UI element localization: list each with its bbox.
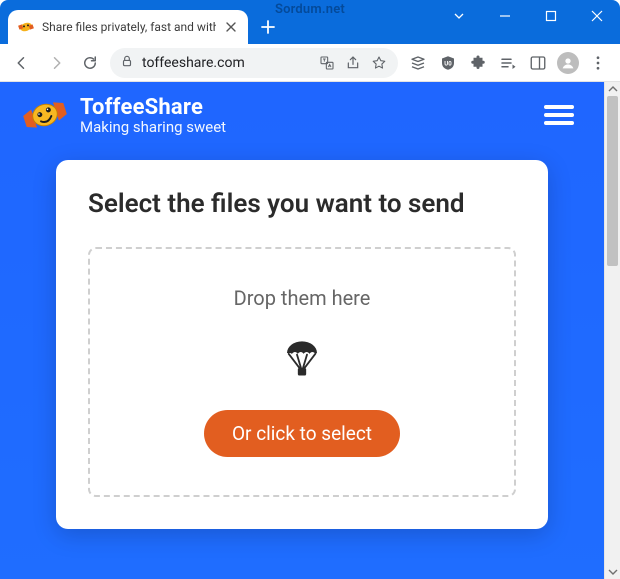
window-minimize-button[interactable] (482, 0, 528, 32)
scrollbar-thumb[interactable] (607, 96, 618, 266)
window-close-button[interactable] (574, 0, 620, 32)
extensions-puzzle-icon[interactable] (464, 49, 492, 77)
brand-block: ToffeeShare Making sharing sweet (80, 95, 226, 136)
site-header: ToffeeShare Making sharing sweet (0, 82, 604, 138)
extension-buffer-icon[interactable] (404, 49, 432, 77)
address-bar[interactable]: toffeeshare.com (110, 48, 398, 78)
nav-back-button[interactable] (8, 49, 36, 77)
drop-hint-text: Drop them here (234, 286, 371, 310)
side-panel-icon[interactable] (524, 49, 552, 77)
page-content: ToffeeShare Making sharing sweet Select … (0, 82, 604, 579)
address-url: toffeeshare.com (142, 55, 310, 71)
new-tab-button[interactable] (254, 13, 282, 41)
card-heading: Select the files you want to send (88, 188, 516, 221)
window-chevron-icon[interactable] (436, 0, 482, 32)
tab-close-icon[interactable] (224, 20, 238, 34)
window-titlebar: Sordum.net Share files privately, fast a… (0, 0, 620, 44)
share-icon[interactable] (344, 54, 362, 72)
browser-viewport: ToffeeShare Making sharing sweet Select … (0, 82, 620, 579)
file-dropzone[interactable]: Drop them here Or click to select (88, 247, 516, 497)
vertical-scrollbar[interactable] (604, 82, 620, 579)
extension-area: U0 (404, 49, 612, 77)
svg-text:U0: U0 (444, 60, 452, 67)
scrollbar-down-icon[interactable] (605, 565, 620, 579)
select-files-button[interactable]: Or click to select (204, 410, 400, 457)
bookmark-star-icon[interactable] (370, 54, 388, 72)
tab-title: Share files privately, fast and with (42, 20, 216, 34)
browser-toolbar: toffeeshare.com U0 (0, 44, 620, 82)
brand-tagline: Making sharing sweet (80, 118, 226, 136)
profile-avatar[interactable] (554, 49, 582, 77)
nav-reload-button[interactable] (76, 49, 104, 77)
upload-card: Select the files you want to send Drop t… (56, 160, 548, 529)
parachute-icon (282, 338, 322, 382)
window-controls (436, 0, 620, 32)
brand-name: ToffeeShare (80, 95, 226, 120)
tab-favicon (18, 19, 34, 35)
browser-tab[interactable]: Share files privately, fast and with (8, 10, 248, 44)
site-menu-button[interactable] (536, 95, 582, 135)
extension-ublock-icon[interactable]: U0 (434, 49, 462, 77)
translate-icon[interactable] (318, 54, 336, 72)
site-logo-icon (22, 92, 68, 138)
window-maximize-button[interactable] (528, 0, 574, 32)
scrollbar-up-icon[interactable] (605, 82, 620, 96)
media-control-icon[interactable] (494, 49, 522, 77)
lock-icon (120, 54, 134, 72)
nav-forward-button[interactable] (42, 49, 70, 77)
browser-menu-button[interactable] (584, 49, 612, 77)
